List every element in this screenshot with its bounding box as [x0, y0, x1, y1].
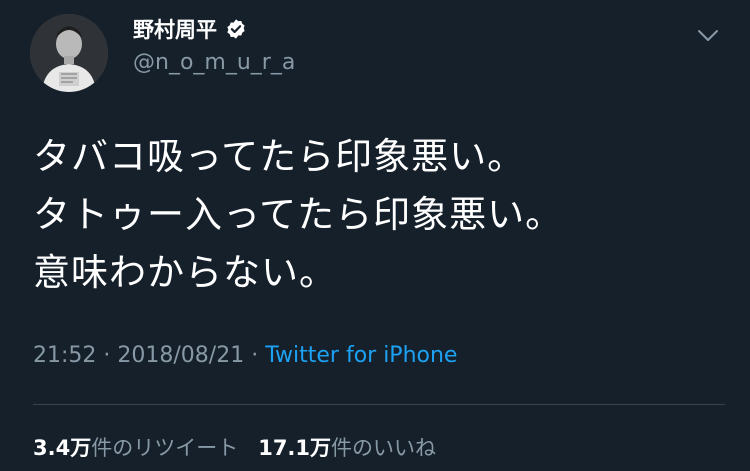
retweets-label: 件のリツイート [91, 436, 239, 460]
likes-stat[interactable]: 17.1万件のいいね [258, 436, 436, 460]
tweet-text: タバコ吸ってたら印象悪い。 タトゥー入ってたら印象悪い。 意味わからない。 [33, 128, 723, 302]
tweet-date[interactable]: 2018/08/21 [117, 343, 244, 368]
tweet-source-link[interactable]: Twitter for iPhone [265, 343, 457, 368]
tweet-stats: 3.4万件のリツイート 17.1万件のいいね [33, 432, 436, 462]
verified-badge-icon [227, 19, 245, 39]
retweets-stat[interactable]: 3.4万件のリツイート [33, 436, 238, 460]
user-handle[interactable]: @n_o_m_u_r_a [133, 50, 295, 75]
avatar[interactable] [30, 14, 108, 92]
tweet-line: タトゥー入ってたら印象悪い。 [33, 193, 564, 236]
meta-separator: · [103, 343, 111, 368]
meta-separator: · [251, 343, 259, 368]
likes-count: 17.1万 [258, 436, 332, 460]
tweet-line: タバコ吸ってたら印象悪い。 [33, 135, 526, 178]
likes-label: 件のいいね [331, 436, 437, 460]
tweet-menu-button[interactable] [694, 22, 722, 50]
avatar-image [30, 14, 108, 92]
tweet-meta: 21:52 · 2018/08/21 · Twitter for iPhone [33, 343, 457, 368]
tweet-line: 意味わからない。 [33, 251, 337, 294]
divider [33, 404, 725, 405]
chevron-down-icon [698, 30, 718, 41]
display-name-row[interactable]: 野村周平 [133, 14, 247, 44]
display-name[interactable]: 野村周平 [133, 14, 217, 44]
retweets-count: 3.4万 [33, 436, 92, 460]
tweet-time[interactable]: 21:52 [33, 343, 96, 368]
